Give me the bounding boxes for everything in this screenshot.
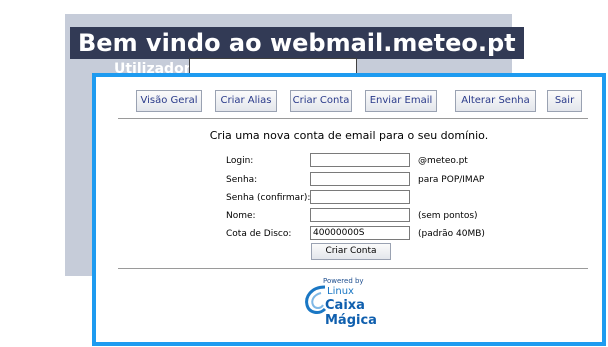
- name-label: Nome:: [226, 211, 256, 221]
- password-confirm-label: Senha (confirmar):: [226, 193, 311, 203]
- login-input[interactable]: [310, 153, 410, 167]
- nav-send-email-button[interactable]: Enviar Email: [365, 90, 437, 112]
- form-intro-text: Cria uma nova conta de email para o seu …: [209, 129, 489, 142]
- bottom-divider: [118, 268, 588, 269]
- caixa-magica-logo: Powered by Linux Caixa Mágica: [301, 277, 421, 328]
- name-input[interactable]: [310, 208, 410, 222]
- top-navigation: Visão Geral Criar Alias Criar Conta Envi…: [136, 90, 592, 112]
- logo-brand-text: Caixa Mágica: [325, 298, 377, 328]
- disk-quota-note: (padrão 40MB): [418, 229, 485, 239]
- top-divider: [118, 118, 588, 119]
- nav-overview-button[interactable]: Visão Geral: [136, 90, 202, 112]
- disk-quota-label: Cota de Disco:: [226, 229, 292, 239]
- logo-powered-by-text: Powered by: [323, 277, 364, 285]
- page-margin: [0, 14, 65, 276]
- password-label: Senha:: [226, 175, 258, 185]
- disk-quota-input[interactable]: [310, 226, 410, 240]
- create-account-window: Visão Geral Criar Alias Criar Conta Envi…: [92, 73, 606, 346]
- welcome-title: Bem vindo ao webmail.meteo.pt: [70, 27, 524, 59]
- login-domain-suffix: @meteo.pt: [418, 156, 468, 166]
- name-note: (sem pontos): [418, 211, 478, 221]
- nav-logout-button[interactable]: Sair: [547, 90, 582, 112]
- login-label: Login:: [226, 156, 254, 166]
- create-account-submit-button[interactable]: Criar Conta: [311, 243, 391, 260]
- password-input[interactable]: [310, 172, 410, 186]
- logo-linux-text: Linux: [327, 286, 354, 297]
- password-note: para POP/IMAP: [418, 175, 485, 185]
- nav-change-password-button[interactable]: Alterar Senha: [455, 90, 536, 112]
- nav-create-account-button[interactable]: Criar Conta: [290, 90, 352, 112]
- password-confirm-input[interactable]: [310, 190, 410, 204]
- nav-create-alias-button[interactable]: Criar Alias: [215, 90, 277, 112]
